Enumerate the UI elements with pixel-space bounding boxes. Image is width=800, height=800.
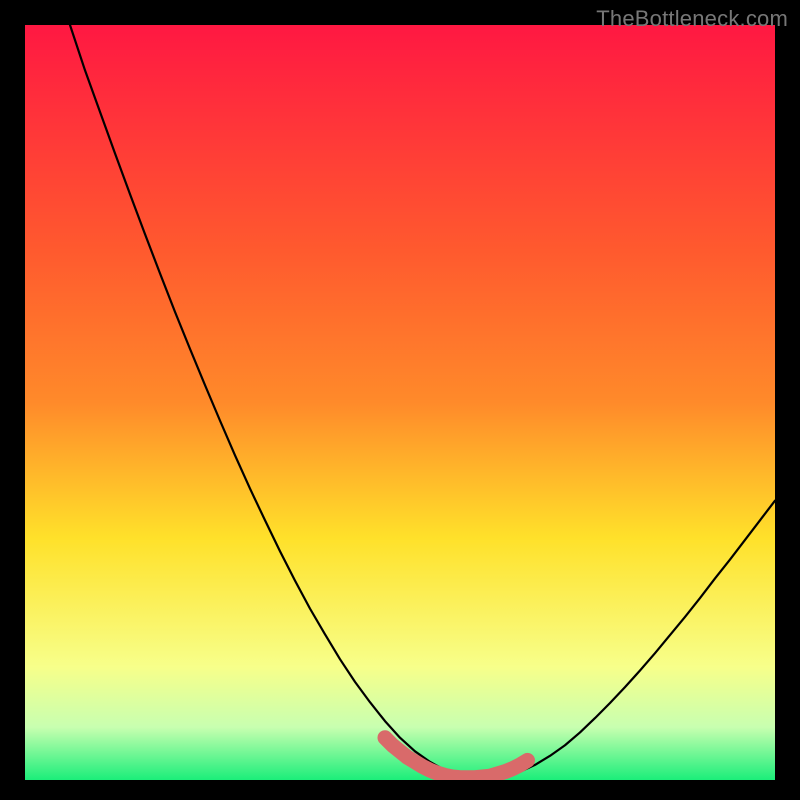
chart-svg: [25, 25, 775, 780]
watermark-label: TheBottleneck.com: [596, 6, 788, 32]
bottleneck-chart: [25, 25, 775, 780]
